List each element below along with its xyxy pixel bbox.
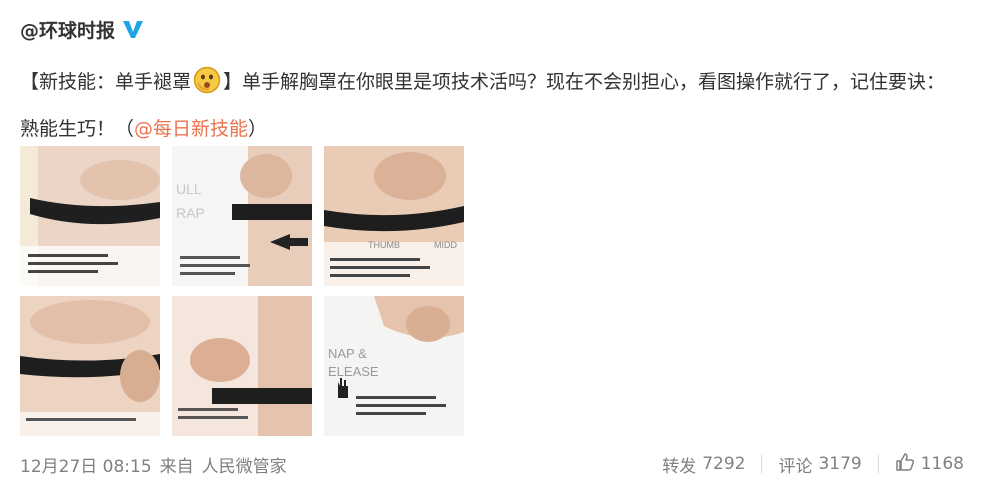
panel-text-4: MIDD [434, 240, 457, 250]
post-footer: 12月27日 08:15 来自 人民微管家 转发 7292 评论 3179 11… [20, 448, 964, 480]
repost-count: 7292 [702, 454, 746, 474]
image-grid: ULL RAP THUMB MIDD NAP & ELEASE [20, 146, 464, 436]
action-divider [877, 455, 879, 473]
like-button[interactable]: 1168 [895, 452, 964, 477]
like-count: 1168 [920, 454, 964, 474]
comment-button[interactable]: 评论 3179 [778, 452, 861, 477]
post-meta: 12月27日 08:15 来自 人民微管家 [20, 452, 287, 477]
comment-label: 评论 [778, 456, 813, 477]
verified-badge-icon[interactable] [121, 18, 145, 40]
post-text-prefix: 【新技能：单手褪罩 [20, 71, 192, 93]
author-name[interactable]: @环球时报 [20, 16, 115, 43]
post-image-5[interactable] [172, 296, 312, 436]
repost-button[interactable]: 转发 7292 [662, 452, 745, 477]
post-timestamp[interactable]: 12月27日 08:15 [20, 452, 152, 477]
panel-text-6: ELEASE [328, 364, 379, 379]
panel-text-1: ULL [176, 181, 202, 197]
post-text-suffix: ） [248, 118, 268, 140]
panel-text-3: THUMB [368, 240, 400, 250]
repost-label: 转发 [662, 456, 697, 477]
source-prefix: 来自 [159, 456, 194, 477]
thumbs-up-icon [895, 452, 915, 477]
panel-text-5: NAP & [328, 346, 367, 361]
mention-link[interactable]: @每日新技能 [134, 118, 248, 140]
post-image-6[interactable]: NAP & ELEASE [324, 296, 464, 436]
panel-text-2: RAP [176, 205, 205, 221]
post-image-1[interactable] [20, 146, 160, 286]
post-text: 【新技能：单手褪罩 】单手解胸罩在你眼里是项技术活吗？现在不会别担心，看图操作就行… [20, 62, 960, 150]
post-image-2[interactable]: ULL RAP [172, 146, 312, 286]
action-divider [761, 455, 763, 473]
post-author: @环球时报 [20, 14, 145, 44]
post-image-3[interactable]: THUMB MIDD [324, 146, 464, 286]
post-source[interactable]: 人民微管家 [202, 452, 287, 477]
comment-count: 3179 [818, 454, 862, 474]
post-actions: 转发 7292 评论 3179 1168 [662, 452, 964, 477]
hushed-face-emoji-icon [193, 66, 221, 109]
post-image-4[interactable] [20, 296, 160, 436]
